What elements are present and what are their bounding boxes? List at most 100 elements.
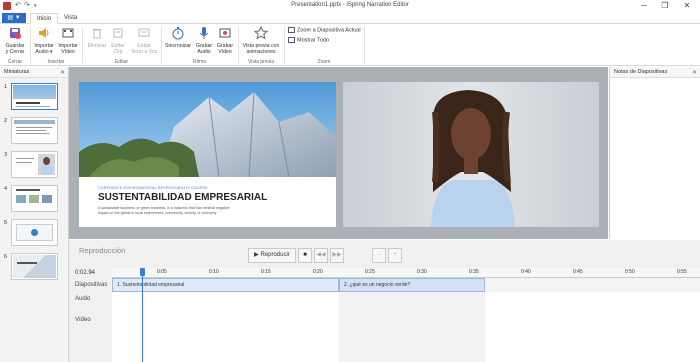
- save-close-icon: [10, 28, 21, 39]
- edit-tts-label: Editar Texto a Voz: [130, 43, 158, 55]
- record-video-button[interactable]: Grabar Vídeo: [214, 26, 236, 55]
- record-audio-button[interactable]: Grabar Audio: [194, 26, 214, 55]
- forward-icon: ▶▶: [332, 252, 342, 258]
- file-menu-button[interactable]: ▤ ▼: [2, 13, 26, 23]
- stopwatch-icon: [172, 27, 184, 40]
- audio-video-track-area[interactable]: [339, 292, 485, 362]
- preview-animations-button[interactable]: Vista previa con animaciones: [239, 25, 283, 55]
- edit-clip-icon: [113, 28, 123, 38]
- import-audio-label: Importar Audio ▾: [34, 43, 54, 55]
- tick-label: 0:45: [573, 269, 583, 275]
- play-label: Reproducir: [260, 252, 290, 258]
- tick-label: 0:35: [469, 269, 479, 275]
- save-close-label: Guardar y Cerrar: [5, 43, 25, 55]
- show-all-button[interactable]: Mostrar Todo: [288, 37, 329, 43]
- zoom-out-button[interactable]: −: [372, 248, 386, 263]
- thumbnail-number: 5: [4, 220, 8, 226]
- maximize-button[interactable]: ❐: [658, 1, 672, 10]
- timeline-ruler[interactable]: [112, 268, 700, 278]
- video-preview: [343, 82, 599, 227]
- show-all-icon: [288, 37, 295, 43]
- rewind-icon: ◀◀: [316, 252, 326, 258]
- forward-button[interactable]: ▶▶: [330, 248, 344, 263]
- menu-icon: ▤: [7, 15, 14, 21]
- zoom-current-slide-button[interactable]: Zoom a Diapositiva Actual: [288, 27, 361, 33]
- slide-thumbnail-4[interactable]: [11, 185, 58, 212]
- playback-title: Reproducción: [79, 246, 126, 255]
- zoom-slide-icon: [288, 27, 295, 33]
- playhead-handle[interactable]: [140, 268, 145, 276]
- title-bar: ↶ ↷ ▾ Presentation1.pptx - iSpring Narra…: [0, 0, 700, 12]
- thumbnails-panel: Miniaturas ✕ 1 2 3 4 5 6: [0, 67, 69, 362]
- microphone-icon: [199, 27, 209, 39]
- zoom-current-slide-label: Zoom a Diapositiva Actual: [297, 27, 361, 34]
- thumbnail-number: 3: [4, 152, 8, 158]
- slide-small-header: CORPORATE ENVIRONMENTAL RESPONSIBILITY C…: [98, 186, 208, 190]
- group-cerrar-label: Cerrar: [7, 59, 23, 65]
- preview-animations-label: Vista previa con animaciones: [242, 43, 280, 55]
- record-audio-label: Grabar Audio: [195, 43, 213, 55]
- tab-vista[interactable]: Vista: [58, 13, 83, 24]
- zoom-in-icon: +: [393, 252, 397, 258]
- tab-inicio[interactable]: Inicio: [30, 13, 59, 24]
- rewind-button[interactable]: ◀◀: [314, 248, 328, 263]
- import-video-button[interactable]: Importar Vídeo: [56, 26, 80, 55]
- slide-track-empty: [485, 278, 700, 292]
- group-zoom-label: Zoom: [317, 59, 331, 65]
- sync-button[interactable]: Sincronizar: [162, 26, 194, 49]
- thumbnails-header: Miniaturas: [0, 67, 68, 78]
- group-editar-label: Editar: [114, 59, 129, 65]
- thumbnail-number: 6: [4, 254, 8, 260]
- ribbon: Guardar y Cerrar Importar Audio ▾ Import…: [0, 24, 700, 66]
- presenter-image: [343, 82, 599, 227]
- playhead-line: [142, 276, 143, 362]
- film-icon: [62, 28, 74, 38]
- ribbon-tabs: ▤ ▼ Inicio Vista: [0, 12, 700, 24]
- speaker-icon: [39, 28, 49, 38]
- slide-thumbnail-2[interactable]: [11, 117, 58, 144]
- minimize-button[interactable]: ─: [637, 1, 651, 10]
- slide-clip-1[interactable]: 1. Sustentabilidad empresarial: [112, 278, 339, 292]
- thumbnail-number: 4: [4, 186, 8, 192]
- slide-body: A sustainable business, or green busines…: [98, 206, 230, 215]
- play-button[interactable]: ▶ Reproducir: [248, 248, 296, 263]
- building-image: [79, 82, 336, 177]
- thumbnail-number: 1: [4, 84, 8, 90]
- text-to-speech-icon: [138, 28, 150, 37]
- thumbnail-number: 2: [4, 118, 8, 124]
- zoom-in-button[interactable]: +: [388, 248, 402, 263]
- slide-thumbnail-1[interactable]: [11, 83, 58, 110]
- window-title: Presentation1.pptx - iSpring Narration E…: [291, 2, 409, 8]
- delete-label: Eliminar: [87, 43, 107, 49]
- tick-label: 0:55: [677, 269, 687, 275]
- slide-thumbnail-3[interactable]: [11, 151, 58, 178]
- import-audio-button[interactable]: Importar Audio ▾: [32, 26, 56, 55]
- trash-icon: [93, 29, 101, 39]
- edit-clip-button[interactable]: Editar Clip: [107, 26, 129, 55]
- close-thumbnails-icon[interactable]: ✕: [60, 69, 65, 76]
- record-video-label: Grabar Vídeo: [216, 43, 234, 55]
- show-all-label: Mostrar Todo: [297, 37, 329, 44]
- group-insertar-label: Insertar: [47, 59, 65, 65]
- tick-label: 0:25: [365, 269, 375, 275]
- import-video-label: Importar Vídeo: [58, 43, 78, 55]
- close-notes-icon[interactable]: ✕: [692, 69, 697, 76]
- edit-tts-button[interactable]: Editar Texto a Voz: [129, 26, 159, 55]
- sync-label: Sincronizar: [165, 43, 191, 49]
- zoom-out-icon: −: [377, 252, 381, 258]
- edit-clip-label: Editar Clip: [111, 43, 125, 55]
- notes-editor[interactable]: [610, 79, 700, 239]
- group-ritmo-label: Ritmo: [192, 59, 207, 65]
- timeline[interactable]: 0:05 0:10 0:15 0:20 0:25 0:30 0:35 0:40 …: [112, 268, 700, 362]
- stop-icon: ■: [303, 252, 307, 258]
- row-label-audio: Audio: [75, 296, 91, 302]
- save-close-button[interactable]: Guardar y Cerrar: [3, 26, 27, 55]
- play-icon: ▶: [254, 252, 259, 258]
- stop-button[interactable]: ■: [298, 248, 312, 263]
- slide-clip-2[interactable]: 2. ¿qué es un negocio verde?: [339, 278, 485, 292]
- slide-thumbnail-6[interactable]: [11, 253, 58, 280]
- group-vista-previa-label: Vista previa: [247, 59, 275, 65]
- delete-button[interactable]: Eliminar: [85, 26, 109, 49]
- slide-thumbnail-5[interactable]: [11, 219, 58, 246]
- close-button[interactable]: ✕: [680, 1, 694, 10]
